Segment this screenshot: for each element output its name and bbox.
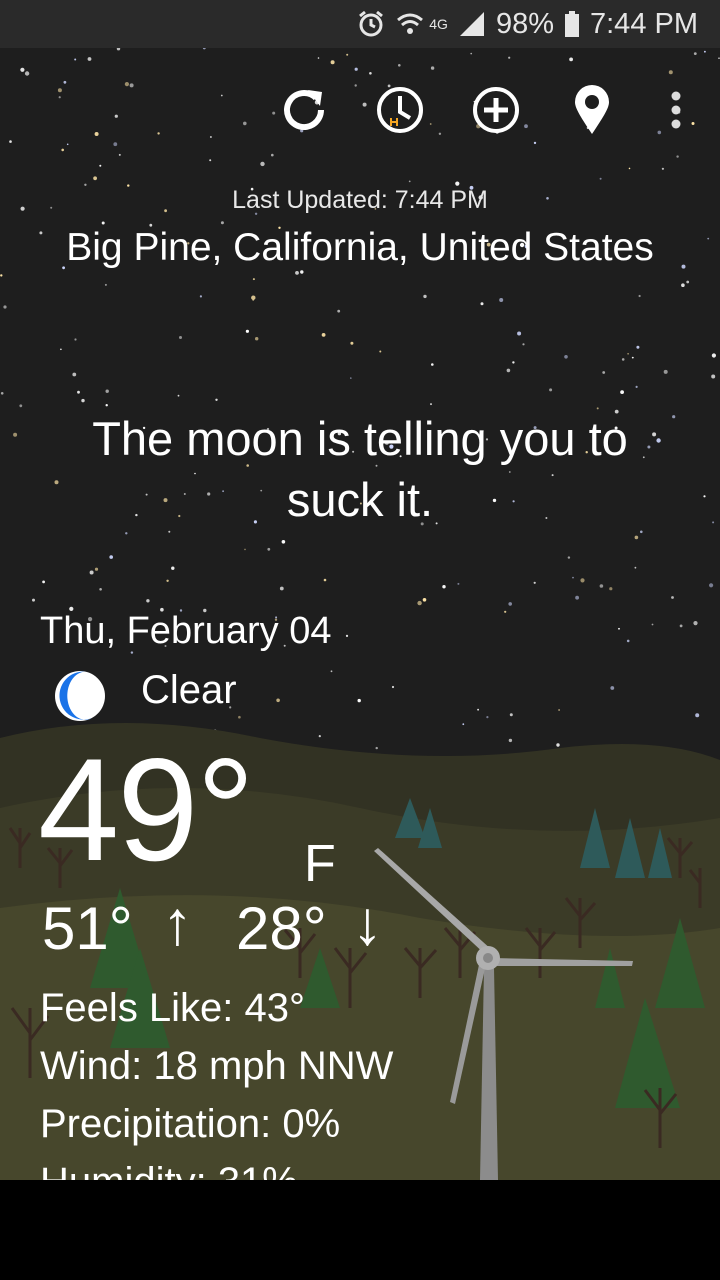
up-arrow-icon: ↑ <box>162 889 193 958</box>
battery-icon <box>564 10 580 38</box>
weather-message: The moon is telling you to suck it. <box>92 412 628 526</box>
add-location-icon <box>473 87 519 133</box>
phone-screen: 4G 98% 7:44 PM Last Updated: 7:44 PM Big… <box>0 0 720 1280</box>
overflow-menu-icon <box>671 91 681 129</box>
wind-info: Wind: 18 mph NNW <box>40 1044 394 1088</box>
down-arrow-icon: ↓ <box>352 889 383 958</box>
precipitation-info: Precipitation: 0% <box>40 1102 341 1146</box>
low-temperature: 28° <box>236 895 327 962</box>
location-pin-icon <box>575 85 609 134</box>
refresh-icon <box>284 90 324 131</box>
current-temperature: 49° <box>38 728 255 891</box>
humidity-info: Humidity: 31% <box>40 1160 298 1180</box>
network-type: 4G <box>429 16 448 32</box>
signal-icon <box>458 10 486 38</box>
weather-app: Last Updated: 7:44 PM Big Pine, Californ… <box>0 48 720 1180</box>
hourly-forecast-button[interactable] <box>370 80 430 140</box>
location-button[interactable] <box>562 80 622 140</box>
status-bar: 4G 98% 7:44 PM <box>0 0 720 48</box>
forecast-date: Thu, February 04 <box>40 610 332 652</box>
temperature-unit[interactable]: F <box>304 834 336 894</box>
wifi-icon <box>395 10 425 38</box>
navigation-bar <box>0 1180 720 1280</box>
refresh-button[interactable] <box>274 80 334 140</box>
hourly-clock-icon <box>377 87 423 133</box>
status-time: 7:44 PM <box>590 7 698 40</box>
feels-like: Feels Like: 43° <box>40 986 306 1030</box>
high-temperature: 51° <box>42 895 133 962</box>
alarm-icon <box>357 10 385 38</box>
battery-percent: 98% <box>495 7 554 40</box>
overflow-menu-button[interactable] <box>646 80 706 140</box>
moon-icon <box>55 671 105 721</box>
condition-label: Clear <box>141 668 237 712</box>
last-updated-label: Last Updated: 7:44 PM <box>232 186 488 214</box>
add-location-button[interactable] <box>466 80 526 140</box>
location-title[interactable]: Big Pine, California, United States <box>0 226 720 270</box>
toolbar <box>0 80 720 140</box>
